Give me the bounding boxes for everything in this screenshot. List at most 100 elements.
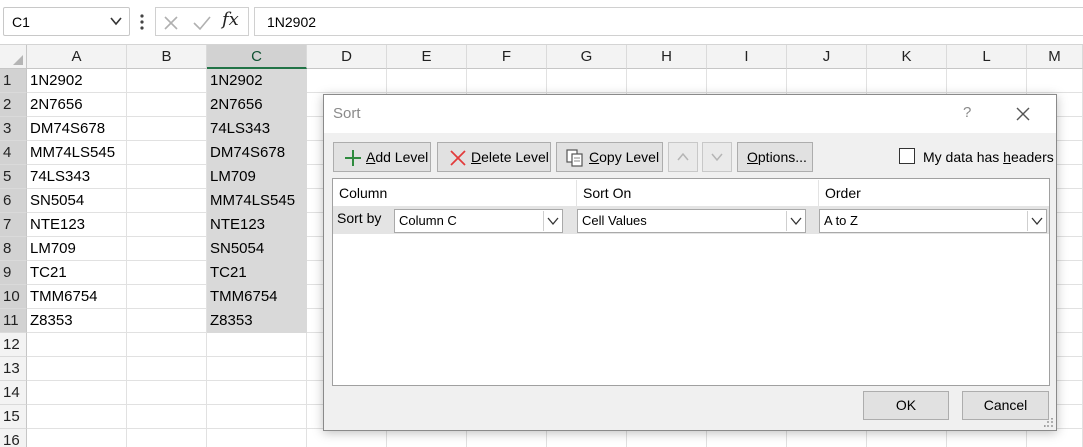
row-header-13[interactable]: 13 xyxy=(0,357,27,381)
cell-b5[interactable] xyxy=(127,165,207,189)
cell-f1[interactable] xyxy=(467,69,547,93)
column-header-e[interactable]: E xyxy=(387,45,467,69)
cell-e16[interactable] xyxy=(387,429,467,447)
row-header-3[interactable]: 3 xyxy=(0,117,27,141)
cell-a12[interactable] xyxy=(27,333,127,357)
column-header-f[interactable]: F xyxy=(467,45,547,69)
cell-a14[interactable] xyxy=(27,381,127,405)
cell-f16[interactable] xyxy=(467,429,547,447)
cell-a4[interactable]: MM74LS545 xyxy=(27,141,127,165)
cell-g16[interactable] xyxy=(547,429,627,447)
formula-input[interactable]: 1N2902 xyxy=(254,7,1083,36)
cell-c1[interactable]: 1N2902 xyxy=(207,69,307,93)
cell-b15[interactable] xyxy=(127,405,207,429)
row-header-1[interactable]: 1 xyxy=(0,69,27,93)
cell-c5[interactable]: LM709 xyxy=(207,165,307,189)
cell-k16[interactable] xyxy=(867,429,947,447)
help-button[interactable]: ? xyxy=(963,104,971,121)
add-level-button[interactable]: Add Level xyxy=(333,142,431,172)
delete-level-button[interactable]: Delete Level xyxy=(437,142,551,172)
cell-b3[interactable] xyxy=(127,117,207,141)
cell-b12[interactable] xyxy=(127,333,207,357)
function-icon[interactable]: fx xyxy=(222,9,239,30)
cell-a8[interactable]: LM709 xyxy=(27,237,127,261)
cell-b4[interactable] xyxy=(127,141,207,165)
cell-c16[interactable] xyxy=(207,429,307,447)
column-header-i[interactable]: I xyxy=(707,45,787,69)
cell-a2[interactable]: 2N7656 xyxy=(27,93,127,117)
column-header-h[interactable]: H xyxy=(627,45,707,69)
cell-b7[interactable] xyxy=(127,213,207,237)
cell-a7[interactable]: NTE123 xyxy=(27,213,127,237)
column-header-d[interactable]: D xyxy=(307,45,387,69)
cell-m16[interactable] xyxy=(1027,429,1083,447)
cell-j16[interactable] xyxy=(787,429,867,447)
row-header-9[interactable]: 9 xyxy=(0,261,27,285)
cell-a16[interactable] xyxy=(27,429,127,447)
cell-c12[interactable] xyxy=(207,333,307,357)
move-up-button[interactable] xyxy=(668,142,698,172)
name-box[interactable]: C1 xyxy=(3,7,130,36)
cell-e1[interactable] xyxy=(387,69,467,93)
column-header-m[interactable]: M xyxy=(1027,45,1083,69)
copy-level-button[interactable]: Copy Level xyxy=(556,142,663,172)
cell-i16[interactable] xyxy=(707,429,787,447)
column-header-l[interactable]: L xyxy=(947,45,1027,69)
cell-b2[interactable] xyxy=(127,93,207,117)
row-header-15[interactable]: 15 xyxy=(0,405,27,429)
cell-l1[interactable] xyxy=(947,69,1027,93)
row-header-8[interactable]: 8 xyxy=(0,237,27,261)
my-data-has-headers-checkbox[interactable] xyxy=(899,148,915,164)
cell-c8[interactable]: SN5054 xyxy=(207,237,307,261)
cell-a15[interactable] xyxy=(27,405,127,429)
cell-c3[interactable]: 74LS343 xyxy=(207,117,307,141)
row-header-2[interactable]: 2 xyxy=(0,93,27,117)
move-down-button[interactable] xyxy=(702,142,732,172)
cell-h16[interactable] xyxy=(627,429,707,447)
cell-h1[interactable] xyxy=(627,69,707,93)
sort-on-dropdown[interactable] xyxy=(786,211,804,231)
cell-b16[interactable] xyxy=(127,429,207,447)
row-header-5[interactable]: 5 xyxy=(0,165,27,189)
order-select[interactable]: A to Z xyxy=(819,209,1047,233)
cell-d1[interactable] xyxy=(307,69,387,93)
resize-grip-icon[interactable] xyxy=(1044,418,1054,428)
cell-b6[interactable] xyxy=(127,189,207,213)
cell-k1[interactable] xyxy=(867,69,947,93)
cell-c10[interactable]: TMM6754 xyxy=(207,285,307,309)
options-button[interactable]: Options... xyxy=(737,142,813,172)
cell-a3[interactable]: DM74S678 xyxy=(27,117,127,141)
cell-c2[interactable]: 2N7656 xyxy=(207,93,307,117)
select-all-corner[interactable] xyxy=(0,45,27,69)
cell-b11[interactable] xyxy=(127,309,207,333)
cell-a11[interactable]: Z8353 xyxy=(27,309,127,333)
close-icon[interactable] xyxy=(1014,105,1032,123)
more-vertical-icon[interactable] xyxy=(139,13,145,31)
cell-c4[interactable]: DM74S678 xyxy=(207,141,307,165)
cell-a1[interactable]: 1N2902 xyxy=(27,69,127,93)
cell-c9[interactable]: TC21 xyxy=(207,261,307,285)
column-header-c[interactable]: C xyxy=(207,45,307,69)
cell-m1[interactable] xyxy=(1027,69,1083,93)
cell-c14[interactable] xyxy=(207,381,307,405)
cell-c11[interactable]: Z8353 xyxy=(207,309,307,333)
cell-b10[interactable] xyxy=(127,285,207,309)
column-header-k[interactable]: K xyxy=(867,45,947,69)
row-header-14[interactable]: 14 xyxy=(0,381,27,405)
cell-a5[interactable]: 74LS343 xyxy=(27,165,127,189)
cell-c6[interactable]: MM74LS545 xyxy=(207,189,307,213)
sort-column-dropdown[interactable] xyxy=(543,211,561,231)
cell-b1[interactable] xyxy=(127,69,207,93)
row-header-11[interactable]: 11 xyxy=(0,309,27,333)
cell-b8[interactable] xyxy=(127,237,207,261)
cell-b9[interactable] xyxy=(127,261,207,285)
sort-level-row[interactable]: Sort by Column C Cell Values A to Z xyxy=(333,206,1049,234)
cell-d16[interactable] xyxy=(307,429,387,447)
cell-j1[interactable] xyxy=(787,69,867,93)
column-header-j[interactable]: J xyxy=(787,45,867,69)
cell-g1[interactable] xyxy=(547,69,627,93)
ok-button[interactable]: OK xyxy=(863,391,949,420)
cell-b14[interactable] xyxy=(127,381,207,405)
row-header-10[interactable]: 10 xyxy=(0,285,27,309)
cell-c15[interactable] xyxy=(207,405,307,429)
